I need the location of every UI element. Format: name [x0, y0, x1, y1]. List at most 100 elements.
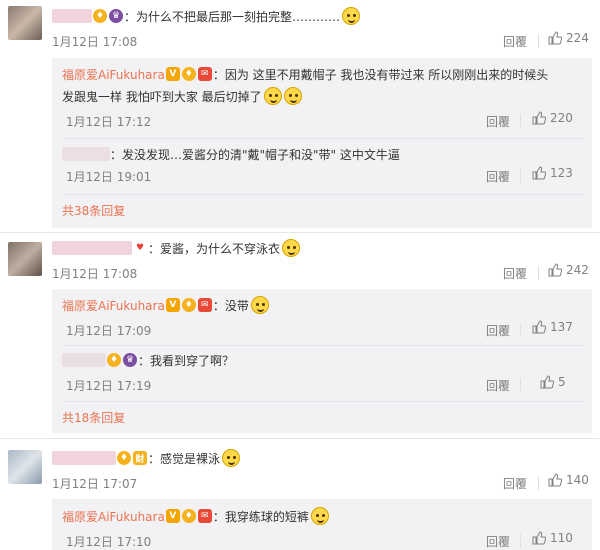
member-badge-icon: ♦ [181, 67, 196, 81]
action-separator [520, 378, 521, 392]
action-separator [538, 34, 539, 48]
like-button[interactable]: 5 [540, 375, 566, 389]
action-separator [520, 169, 521, 183]
like-button[interactable]: 123 [532, 166, 573, 180]
like-count: 242 [566, 263, 589, 277]
heart-badge-icon: ♥ [135, 243, 145, 253]
smirk-emoji-icon [342, 7, 361, 25]
reply-header: 福原爱AiFukuhara V ♦ ✉ ：因为 这里不用戴帽子 我也没有带过来 … [62, 64, 548, 84]
thumbs-up-icon [532, 531, 547, 545]
verified-v-icon: V [165, 298, 180, 312]
reply-text: ：发没发现…爱酱分的清"戴"帽子和没"带" 这中文牛逼 [110, 147, 400, 162]
reply-username[interactable]: 福原爱AiFukuhara [62, 508, 165, 525]
like-count: 110 [550, 531, 573, 545]
action-separator [520, 323, 521, 337]
member-badge-icon: ♦ [181, 298, 196, 312]
reply-text: ：我穿练球的短裤 [212, 509, 309, 524]
action-separator [520, 534, 521, 548]
like-button[interactable]: 224 [548, 31, 589, 45]
grin-emoji-icon [310, 507, 329, 525]
comment-header: ♦ 财 ：感觉是裸泳 [52, 448, 241, 468]
like-count: 123 [550, 166, 573, 180]
member-badge-icon: ♦ [93, 9, 107, 23]
wealth-badge-icon: 财 [133, 451, 147, 465]
reply-text: ：因为 这里不用戴帽子 我也没有带过来 所以刚刚出来的时候头 [212, 67, 549, 82]
sad-emoji-icon [250, 296, 269, 314]
avatar[interactable] [8, 450, 42, 484]
reply-button[interactable]: 回覆 [486, 322, 510, 339]
avatar[interactable] [8, 6, 42, 40]
reply-text: ：我看到穿了啊？ [138, 353, 235, 368]
like-count: 5 [558, 375, 566, 389]
vip-badge-icon: ✉ [197, 67, 212, 81]
fan-badge-icon: ♛ [109, 9, 123, 23]
comment-divider [0, 438, 600, 439]
reply-divider [62, 194, 586, 195]
thumbs-up-icon [540, 375, 555, 389]
view-more-replies-link[interactable]: 共18条回复 [62, 409, 125, 426]
view-more-replies-link[interactable]: 共38条回复 [62, 202, 125, 219]
crying-emoji-icon [283, 87, 302, 105]
like-count: 220 [550, 111, 573, 125]
reply-button[interactable]: 回覆 [486, 168, 510, 185]
thumbs-up-icon [548, 263, 563, 277]
reply-button[interactable]: 回覆 [503, 265, 527, 282]
like-button[interactable]: 140 [548, 473, 589, 487]
comment-text: ：爱酱，为什么不穿泳衣 [148, 241, 281, 256]
reply-header: ♦ ♛ ：我看到穿了啊？ [62, 350, 234, 370]
comment-header: ♦ ♛ ：为什么不把最后那一刻拍完整………… [52, 6, 361, 26]
reply-text-cont: 发跟鬼一样 我怕吓到大家 最后切掉了 [62, 86, 302, 106]
crying-emoji-icon [263, 87, 282, 105]
username-blurred[interactable] [62, 353, 106, 367]
vip-badge-icon: ✉ [197, 509, 212, 523]
reply-button[interactable]: 回覆 [486, 377, 510, 394]
thumbs-up-icon [532, 111, 547, 125]
reply-button[interactable]: 回覆 [503, 475, 527, 492]
comment-header: ♥ ：爱酱，为什么不穿泳衣 [52, 238, 301, 258]
comment-text: ：感觉是裸泳 [148, 451, 221, 466]
comment-time: 1月12日 17:08 [52, 267, 138, 281]
like-count: 140 [566, 473, 589, 487]
action-separator [538, 476, 539, 490]
comment-text: ：为什么不把最后那一刻拍完整………… [124, 9, 341, 24]
reply-time: 1月12日 17:10 [66, 535, 152, 549]
avatar[interactable] [8, 242, 42, 276]
reply-time: 1月12日 17:12 [66, 115, 152, 129]
reply-button[interactable]: 回覆 [486, 113, 510, 130]
thumbs-up-icon [548, 31, 563, 45]
thumbs-up-icon [548, 473, 563, 487]
fan-badge-icon: ♛ [123, 353, 137, 367]
reply-time: 1月12日 17:09 [66, 324, 152, 338]
like-button[interactable]: 137 [532, 320, 573, 334]
username-blurred[interactable] [52, 451, 116, 465]
username-blurred[interactable] [52, 241, 132, 255]
reply-time: 1月12日 19:01 [66, 170, 152, 184]
reply-username[interactable]: 福原爱AiFukuhara [62, 297, 165, 314]
like-button[interactable]: 242 [548, 263, 589, 277]
comment-time: 1月12日 17:08 [52, 35, 138, 49]
reply-divider [62, 401, 586, 402]
reply-header: ：发没发现…爱酱分的清"戴"帽子和没"带" 这中文牛逼 [62, 144, 400, 164]
thumbs-up-icon [532, 320, 547, 334]
like-count: 224 [566, 31, 589, 45]
yawn-emoji-icon [282, 239, 301, 257]
reply-divider [62, 345, 586, 346]
member-badge-icon: ♦ [117, 451, 131, 465]
like-button[interactable]: 220 [532, 111, 573, 125]
reply-header: 福原爱AiFukuhara V ♦ ✉ ：我穿练球的短裤 [62, 506, 329, 526]
reply-time: 1月12日 17:19 [66, 379, 152, 393]
member-badge-icon: ♦ [107, 353, 121, 367]
username-blurred[interactable] [52, 9, 92, 23]
reply-username[interactable]: 福原爱AiFukuhara [62, 66, 165, 83]
reply-button[interactable]: 回覆 [503, 33, 527, 50]
comment-time: 1月12日 17:07 [52, 477, 138, 491]
reply-text: ：没带 [212, 298, 249, 313]
action-separator [538, 266, 539, 280]
smile-emoji-icon [222, 449, 241, 467]
thumbs-up-icon [532, 166, 547, 180]
username-blurred[interactable] [62, 147, 110, 161]
like-button[interactable]: 110 [532, 531, 573, 545]
verified-v-icon: V [165, 509, 180, 523]
reply-header: 福原爱AiFukuhara V ♦ ✉ ：没带 [62, 295, 269, 315]
reply-button[interactable]: 回覆 [486, 533, 510, 550]
